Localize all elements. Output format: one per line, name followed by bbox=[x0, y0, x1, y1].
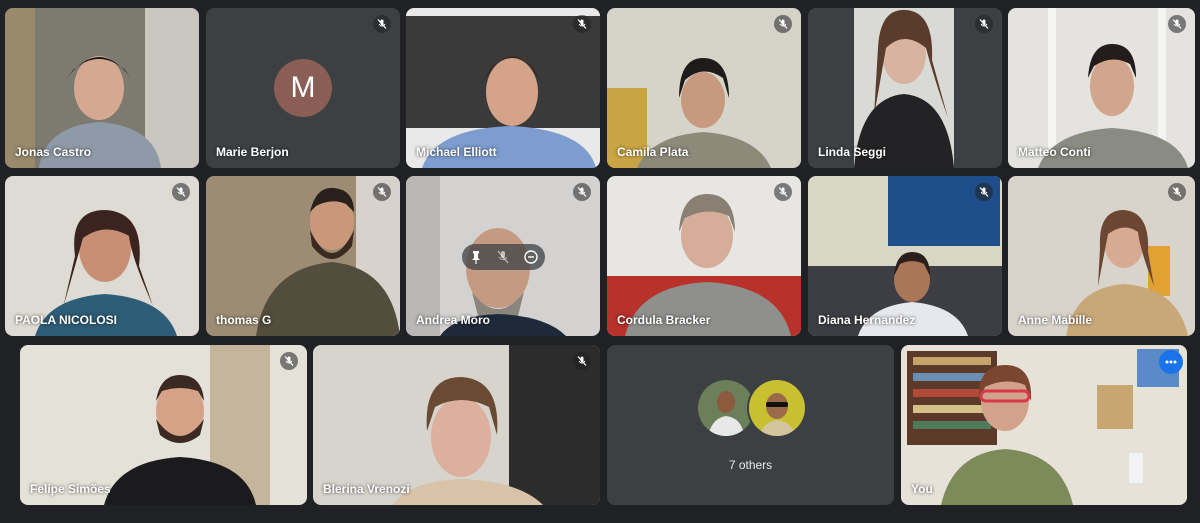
participant-tile-self[interactable]: You bbox=[901, 345, 1187, 505]
participant-name: Michael Elliott bbox=[416, 145, 497, 159]
mic-off-icon bbox=[1168, 183, 1186, 201]
participant-name: Camila Plata bbox=[617, 145, 689, 159]
participant-name: Marie Berjon bbox=[216, 145, 289, 159]
participant-hover-controls bbox=[462, 244, 545, 270]
more-options-icon[interactable] bbox=[1159, 350, 1183, 374]
mic-off-icon bbox=[573, 352, 591, 370]
participant-name: Felipe Simões bbox=[30, 482, 111, 496]
participant-tile[interactable]: PAOLA NICOLOSI bbox=[5, 176, 199, 336]
video-feed bbox=[5, 8, 199, 168]
participant-name: PAOLA NICOLOSI bbox=[15, 313, 117, 327]
others-tile[interactable] bbox=[607, 345, 894, 505]
video-feed bbox=[313, 345, 600, 505]
video-feed bbox=[1008, 176, 1195, 336]
participant-name: Blerina Vrenozi bbox=[323, 482, 410, 496]
participant-tile[interactable]: Andrea Moro bbox=[406, 176, 600, 336]
participant-name: Diana Hernandez bbox=[818, 313, 916, 327]
video-feed bbox=[607, 8, 801, 168]
others-count: 7 others bbox=[728, 458, 773, 472]
mic-off-icon bbox=[280, 352, 298, 370]
participant-name: Jonas Castro bbox=[15, 145, 92, 159]
participant-tile[interactable]: Blerina Vrenozi bbox=[313, 345, 600, 505]
participant-name: You bbox=[911, 482, 933, 496]
mute-icon[interactable] bbox=[492, 246, 514, 268]
video-feed bbox=[901, 345, 1187, 505]
participant-tile[interactable]: Felipe Simões bbox=[20, 345, 307, 505]
video-feed bbox=[206, 176, 400, 336]
mic-off-icon bbox=[373, 183, 391, 201]
participant-name: thomas G bbox=[216, 313, 272, 327]
participant-tile[interactable]: Diana Hernandez bbox=[808, 176, 1002, 336]
mic-off-icon bbox=[774, 15, 792, 33]
video-feed bbox=[808, 176, 1002, 336]
mic-off-icon bbox=[172, 183, 190, 201]
mic-off-icon bbox=[373, 15, 391, 33]
mic-off-icon bbox=[573, 183, 591, 201]
participant-name: Linda Seggi bbox=[818, 145, 887, 159]
mic-off-icon bbox=[573, 15, 591, 33]
participant-tile[interactable]: Linda Seggi bbox=[808, 8, 1002, 168]
mic-off-icon bbox=[1168, 15, 1186, 33]
mic-off-icon bbox=[975, 15, 993, 33]
pin-icon[interactable] bbox=[465, 246, 487, 268]
participant-tile[interactable]: M Marie Berjon bbox=[206, 8, 400, 168]
mic-off-icon bbox=[774, 183, 792, 201]
participant-tile[interactable]: Matteo Conti bbox=[1008, 8, 1195, 168]
avatar: M bbox=[274, 59, 332, 117]
video-feed bbox=[1008, 8, 1195, 168]
video-feed bbox=[607, 176, 801, 336]
participant-tile[interactable]: Cordula Bracker bbox=[607, 176, 801, 336]
participant-tile[interactable]: Michael Elliott bbox=[406, 8, 600, 168]
video-feed bbox=[5, 176, 199, 336]
participant-name: Matteo Conti bbox=[1018, 145, 1091, 159]
video-feed bbox=[20, 345, 307, 505]
remove-icon[interactable] bbox=[520, 246, 542, 268]
participant-name: Cordula Bracker bbox=[617, 313, 711, 327]
video-feed bbox=[808, 8, 1002, 168]
participant-tile[interactable]: Camila Plata bbox=[607, 8, 801, 168]
mic-off-icon bbox=[975, 183, 993, 201]
participant-tile[interactable]: thomas G bbox=[206, 176, 400, 336]
avatar bbox=[747, 378, 807, 438]
video-feed bbox=[406, 8, 600, 168]
participant-tile[interactable]: Anne Mabille bbox=[1008, 176, 1195, 336]
participant-name: Anne Mabille bbox=[1018, 313, 1093, 327]
participant-name: Andrea Moro bbox=[416, 313, 491, 327]
participant-tile[interactable]: Jonas Castro bbox=[5, 8, 199, 168]
